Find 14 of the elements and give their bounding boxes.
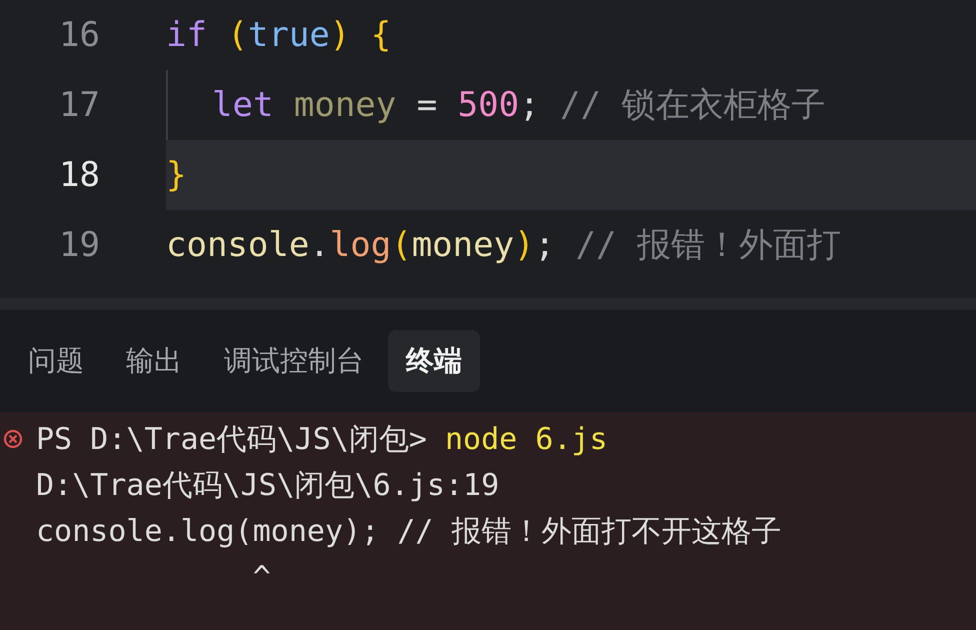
line-number: 16: [58, 14, 100, 56]
terminal-line: D:\Trae代码\JS\闭包\6.js:19: [36, 466, 500, 504]
terminal-line: PS D:\Trae代码\JS\闭包> node 6.js: [36, 420, 608, 458]
terminal-line: console.log(money); // 报错！外面打不开这格子: [36, 512, 782, 550]
panel-tab[interactable]: 输出: [108, 330, 200, 392]
code-line: if (true) {: [166, 14, 392, 56]
code-line: console.log(money); // 报错！外面打: [166, 224, 842, 266]
line-number: 19: [58, 224, 100, 266]
panel-tab[interactable]: 问题: [10, 330, 102, 392]
line-number: 17: [58, 84, 100, 126]
terminal-line: ^: [252, 558, 271, 596]
line-number: 18: [58, 154, 100, 196]
panel-tab[interactable]: 终端: [388, 330, 480, 392]
panel-tab[interactable]: 调试控制台: [206, 330, 382, 392]
